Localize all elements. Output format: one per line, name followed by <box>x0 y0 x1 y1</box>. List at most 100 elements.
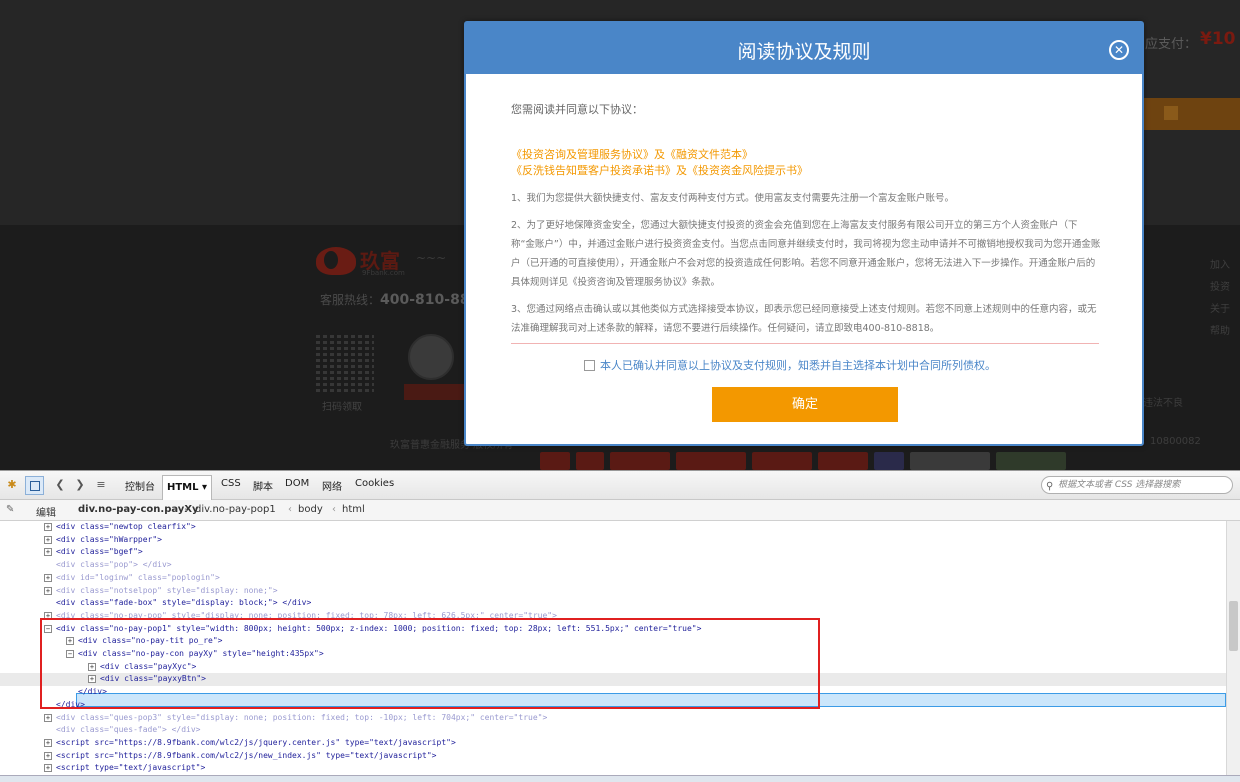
footer-link: 违法不良 <box>1143 398 1183 409</box>
footer-right-link: 投资 <box>1210 282 1230 293</box>
expand-icon[interactable]: + <box>44 751 52 760</box>
html-breadcrumb-bar: ✎ 编辑 div.no-pay-con.payXy ‹ div.no-pay-p… <box>0 500 1240 521</box>
agreement-link[interactable]: 《反洗钱告知暨客户投资承诺书》及《投资资金风险提示书》 <box>511 163 808 179</box>
screen: 应支付： ¥10 玖富 9Fbank.com ~~~ 客服热线：400-810-… <box>0 0 1240 782</box>
breadcrumb-separator: ‹ <box>288 504 292 515</box>
expand-icon[interactable]: + <box>44 713 52 722</box>
breadcrumb-item[interactable]: div.no-pay-pop1 <box>195 504 276 515</box>
site-logo: 玖富 9Fbank.com ~~~ <box>316 243 466 279</box>
taskbar <box>0 775 1240 782</box>
tab-console[interactable]: 控制台 <box>125 478 155 493</box>
tab-script[interactable]: 脚本 <box>253 478 273 493</box>
devtools-scrollbar[interactable] <box>1226 521 1240 782</box>
badge-icon <box>576 452 604 470</box>
tree-node-code: <div class="notselpop" style="display: n… <box>56 585 278 595</box>
badge-icon <box>818 452 868 470</box>
tree-node-code: <div class="fade-box" style="display: bl… <box>56 598 312 608</box>
term-paragraph: 3、您通过网络点击确认或以其他类似方式选择接受本协议，即表示您已经同意接受上述支… <box>511 304 1097 334</box>
tree-node[interactable]: <div class="ques-fade"> </div> <box>0 724 1226 737</box>
tree-node[interactable]: + <script type="text/javascript"> <box>0 762 1226 775</box>
badge-icon <box>874 452 904 470</box>
edit-button[interactable]: 编辑 <box>36 504 56 519</box>
inspect-element-icon[interactable] <box>25 476 44 495</box>
command-line-icon[interactable]: ≡ <box>93 478 109 492</box>
expand-icon[interactable]: + <box>44 523 52 531</box>
term-paragraph: 1、我们为您提供大额快捷支付、富友支付两种支付方式。使用富友支付需要先注册一个富… <box>511 193 955 204</box>
breadcrumb-item[interactable]: div.no-pay-con.payXy <box>78 504 199 515</box>
agreement-links: 《投资咨询及管理服务协议》及《融资文件范本》 《反洗钱告知暨客户投资承诺书》及《… <box>511 147 808 179</box>
agree-row[interactable]: 本人已确认并同意以上协议及支付规则，知悉并自主选择本计划中合同所列债权。 <box>584 357 996 373</box>
tree-node-code: <script src="https://8.9fbank.com/wlc2/j… <box>56 737 456 747</box>
intro-text: 您需阅读并同意以下协议： <box>511 103 643 116</box>
trust-badges <box>540 452 1070 470</box>
devtools-toolbar: ✱ ❮ ❯ ≡ 控制台 HTML ▾ CSS 脚本 DOM 网络 Cookies… <box>0 471 1240 500</box>
tree-node[interactable]: + <div id="loginw" class="poplogin"> <box>0 572 1226 585</box>
agree-label[interactable]: 本人已确认并同意以上协议及支付规则，知悉并自主选择本计划中合同所列债权。 <box>600 357 996 373</box>
breadcrumb-item[interactable]: html <box>342 504 365 515</box>
footer-right-link: 帮助 <box>1210 326 1230 337</box>
modal-title: 阅读协议及规则 <box>737 41 871 63</box>
tab-network[interactable]: 网络 <box>322 478 342 493</box>
tree-node[interactable]: + <div class="newtop clearfix"> <box>0 521 1226 534</box>
tree-node[interactable]: <div class="pop"> </div> <box>0 559 1226 572</box>
agree-checkbox[interactable] <box>584 359 595 371</box>
devtools-search-input[interactable]: ⚲ 根据文本或者 CSS 选择器搜索 <box>1041 476 1233 494</box>
confirm-button[interactable]: 确定 <box>712 387 898 422</box>
tree-node[interactable]: + <div class="notselpop" style="display: … <box>0 585 1226 598</box>
logo-slogan-icon: ~~~ <box>416 251 447 265</box>
tree-node-code: <div class="ques-pop3" style="display: n… <box>56 712 548 722</box>
agreement-link[interactable]: 《投资咨询及管理服务协议》及《融资文件范本》 <box>511 147 808 163</box>
tree-node[interactable]: + <div class="hWarpper"> <box>0 534 1226 547</box>
badge-icon <box>540 452 570 470</box>
expand-icon[interactable]: + <box>44 548 52 557</box>
tree-node[interactable]: <div class="fade-box" style="display: bl… <box>0 597 1226 610</box>
tab-cookies[interactable]: Cookies <box>355 478 394 489</box>
badge-icon <box>752 452 812 470</box>
close-icon[interactable]: ✕ <box>1109 40 1129 60</box>
pay-button-dimmed <box>1142 98 1240 130</box>
tree-node-code: <div class="newtop clearfix"> <box>56 522 196 531</box>
tree-node[interactable]: + <script src="https://8.9fbank.com/wlc2/… <box>0 750 1226 763</box>
tab-html[interactable]: HTML ▾ <box>162 475 212 500</box>
edit-icon[interactable]: ✎ <box>6 504 14 515</box>
breadcrumb-separator: ‹ <box>184 504 188 515</box>
logo-sub: 9Fbank.com <box>362 269 405 277</box>
price-value: ¥10 <box>1200 29 1236 49</box>
price-label: 应支付： <box>1145 37 1198 52</box>
forward-icon[interactable]: ❯ <box>72 478 88 492</box>
term-paragraph: 2、为了更好地保障资金安全，您通过大额快捷支付投资的资金会充值到您在上海富友支付… <box>511 220 1101 288</box>
breadcrumb-separator: ‹ <box>332 504 336 515</box>
norton-badge-icon <box>910 452 990 470</box>
tree-node[interactable]: + <div class="ques-pop3" style="display: … <box>0 712 1226 725</box>
tree-node-code: <div class="ques-fade"> </div> <box>56 725 201 735</box>
devtools-panel: ✱ ❮ ❯ ≡ 控制台 HTML ▾ CSS 脚本 DOM 网络 Cookies… <box>0 470 1240 782</box>
footer-right-links: 加入 投资 关于 帮助 <box>1210 255 1240 343</box>
tree-node[interactable]: + <script src="https://8.9fbank.com/wlc2/… <box>0 737 1226 750</box>
tree-node[interactable]: + <div class="bgef"> <box>0 546 1226 559</box>
badge-icon <box>610 452 670 470</box>
tab-css[interactable]: CSS <box>221 478 241 489</box>
search-icon: ⚲ <box>1046 481 1054 492</box>
back-icon[interactable]: ❮ <box>52 478 68 492</box>
footer-license: 10800082 <box>1150 436 1201 447</box>
tree-node-code: <div class="pop"> </div> <box>56 560 172 570</box>
tree-node-code: <script type="text/javascript"> <box>56 763 206 773</box>
logo-mark-inner <box>324 251 338 269</box>
scrollbar-thumb[interactable] <box>1229 601 1238 651</box>
expand-icon[interactable]: + <box>44 586 52 595</box>
badge-icon <box>676 452 746 470</box>
qr-label: 扫码领取 <box>322 402 362 413</box>
expand-icon[interactable]: + <box>44 764 52 773</box>
tree-node-code: <div id="loginw" class="poplogin"> <box>56 572 220 582</box>
expand-icon[interactable]: + <box>44 573 52 582</box>
qr-code-icon <box>316 334 374 392</box>
expand-icon[interactable]: + <box>44 535 52 544</box>
firebug-icon[interactable]: ✱ <box>4 478 20 492</box>
tree-node-code: <div class="bgef"> <box>56 547 143 557</box>
modal-body: 您需阅读并同意以下协议： 《投资咨询及管理服务协议》及《融资文件范本》 《反洗钱… <box>511 101 1101 334</box>
expand-icon[interactable]: + <box>44 738 52 747</box>
breadcrumb-item[interactable]: body <box>298 504 323 515</box>
tab-dom[interactable]: DOM <box>285 478 309 489</box>
mascot-button <box>404 384 464 400</box>
terms-text: 1、我们为您提供大额快捷支付、富友支付两种支付方式。使用富友支付需要先注册一个富… <box>511 189 1101 346</box>
